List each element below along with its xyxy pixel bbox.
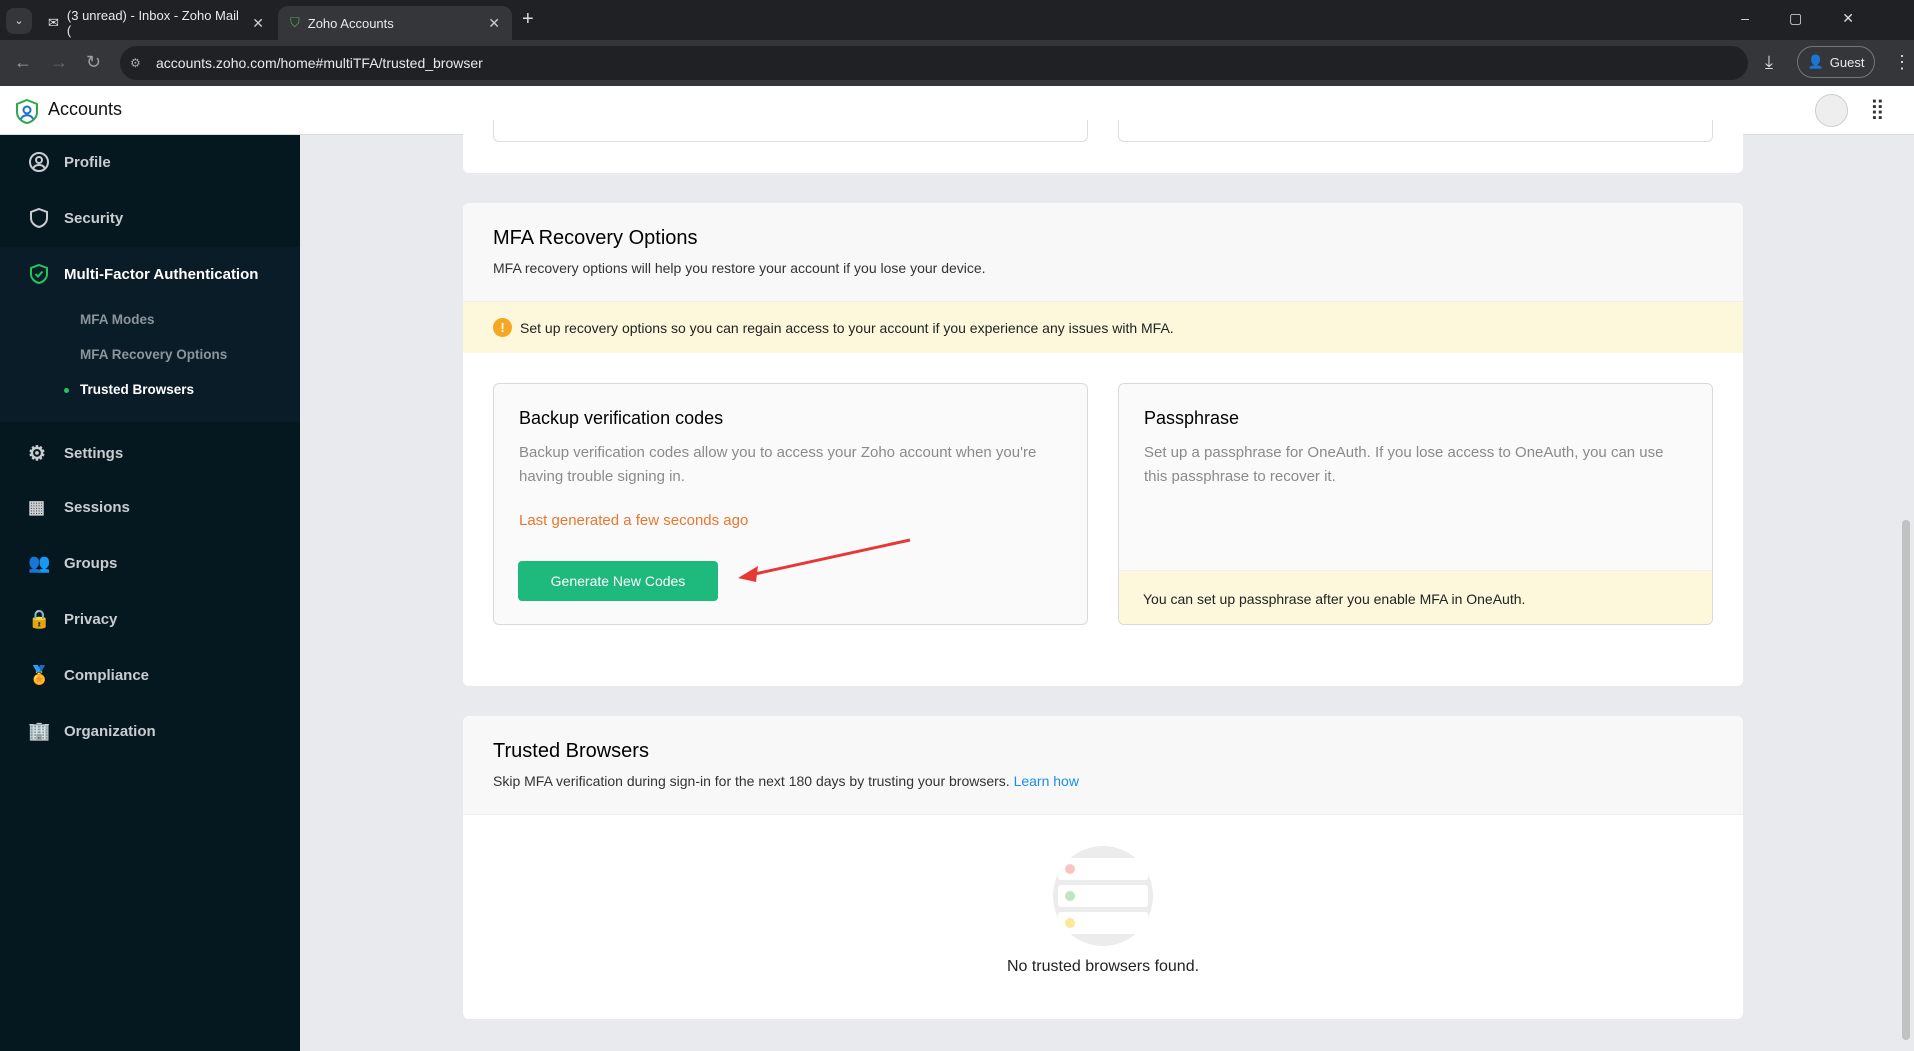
sidebar-item-groups[interactable]: 👥 Groups bbox=[28, 553, 117, 574]
close-tab-icon[interactable]: ✕ bbox=[252, 15, 264, 32]
back-icon[interactable]: ← bbox=[14, 52, 32, 73]
passphrase-description: Set up a passphrase for OneAuth. If you … bbox=[1144, 444, 1664, 485]
backup-codes-description: Backup verification codes allow you to a… bbox=[519, 444, 1037, 485]
previous-card bbox=[463, 120, 1743, 173]
new-tab-button[interactable]: + bbox=[522, 8, 534, 31]
backup-codes-title: Backup verification codes bbox=[519, 408, 724, 428]
learn-how-link[interactable]: Learn how bbox=[1014, 773, 1079, 789]
lock-icon: 🔒 bbox=[28, 609, 51, 629]
section-title: Trusted Browsers bbox=[493, 740, 649, 762]
profile-button[interactable]: 👤 Guest bbox=[1797, 46, 1875, 78]
empty-state-message: No trusted browsers found. bbox=[1006, 958, 1200, 975]
shield-icon bbox=[30, 207, 48, 229]
gear-icon: ⚙ bbox=[28, 443, 46, 465]
generate-new-codes-button[interactable]: Generate New Codes bbox=[518, 561, 718, 601]
mfa-recovery-card: MFA Recovery Options MFA recovery options… bbox=[463, 203, 1743, 686]
reload-icon[interactable]: ↻ bbox=[86, 52, 101, 73]
tab-zoho-accounts[interactable]: ⛉ Zoho Accounts ✕ bbox=[278, 6, 512, 40]
shield-check-icon bbox=[30, 263, 48, 285]
zoho-accounts-logo bbox=[16, 98, 38, 124]
sidebar-item-sessions[interactable]: ▦ Sessions bbox=[28, 497, 130, 518]
mail-icon: ✉ bbox=[48, 15, 59, 30]
forward-icon[interactable]: → bbox=[50, 52, 68, 73]
sidebar-item-compliance[interactable]: 🏅 Compliance bbox=[28, 665, 149, 686]
close-tab-icon[interactable]: ✕ bbox=[488, 15, 500, 32]
passphrase-title: Passphrase bbox=[1144, 408, 1240, 428]
section-description: MFA recovery options will help you resto… bbox=[493, 260, 986, 276]
sidebar-subitem-trusted-browsers[interactable]: Trusted Browsers bbox=[80, 382, 194, 397]
empty-state-illustration bbox=[1053, 846, 1153, 946]
browser-tab-bar: ⌄ ✉ (3 unread) - Inbox - Zoho Mail (✕ ⛉ Zo… bbox=[0, 0, 1914, 40]
sidebar-item-privacy[interactable]: 🔒 Privacy bbox=[28, 609, 117, 630]
building-icon: 🏢 bbox=[28, 721, 51, 741]
users-icon: 👥 bbox=[28, 553, 51, 573]
profile-icon bbox=[29, 152, 49, 172]
sidebar-subitem-mfa-recovery[interactable]: MFA Recovery Options bbox=[80, 347, 227, 362]
sidebar-item-security[interactable]: Security bbox=[28, 207, 123, 229]
warning-icon: ! bbox=[493, 318, 512, 337]
section-title: MFA Recovery Options bbox=[493, 227, 698, 249]
annotation-arrow bbox=[738, 538, 911, 582]
address-bar-row: ← → ↻ ⚙ accounts.zoho.com/home#multiTFA/t… bbox=[0, 40, 1914, 86]
passphrase-card: Passphrase Set up a passphrase for OneAu… bbox=[1118, 383, 1713, 625]
tab-inbox[interactable]: ✉ (3 unread) - Inbox - Zoho Mail (✕ bbox=[36, 6, 276, 40]
app-title: Accounts bbox=[48, 99, 123, 119]
sidebar-item-mfa[interactable]: Multi-Factor Authentication bbox=[28, 263, 258, 285]
badge-icon: 🏅 bbox=[28, 665, 51, 685]
window-controls[interactable]: –▢✕ bbox=[1741, 10, 1894, 27]
active-dot-icon bbox=[64, 388, 69, 393]
apps-grid-icon[interactable]: ⣿ bbox=[1870, 96, 1885, 121]
section-description: Skip MFA verification during sign-in for… bbox=[493, 773, 1010, 789]
passphrase-note: You can set up passphrase after you enab… bbox=[1119, 570, 1712, 624]
sidebar-item-organization[interactable]: 🏢 Organization bbox=[28, 721, 156, 742]
scrollbar[interactable] bbox=[1902, 520, 1910, 1040]
download-icon[interactable]: ⤓ bbox=[1765, 52, 1773, 73]
trusted-browsers-card: Trusted Browsers Skip MFA verification d… bbox=[463, 716, 1743, 1019]
menu-icon[interactable]: ⋮ bbox=[1893, 52, 1911, 73]
site-info-icon[interactable]: ⚙ bbox=[130, 56, 141, 70]
sidebar-item-settings[interactable]: ⚙ Settings bbox=[28, 441, 123, 466]
warning-banner: ! Set up recovery options so you can reg… bbox=[463, 302, 1743, 353]
url-input[interactable]: ⚙ accounts.zoho.com/home#multiTFA/trusted… bbox=[120, 46, 1748, 80]
zoho-accounts-icon: ⛉ bbox=[290, 15, 300, 30]
tab-list-button[interactable]: ⌄ bbox=[6, 8, 32, 34]
avatar[interactable] bbox=[1815, 94, 1848, 127]
sidebar-subitem-mfa-modes[interactable]: MFA Modes bbox=[80, 312, 155, 327]
sidebar: Profile Security Multi-Factor Authentica… bbox=[0, 135, 300, 1051]
sidebar-item-profile[interactable]: Profile bbox=[28, 151, 111, 173]
person-icon: 👤 bbox=[1807, 54, 1824, 69]
calendar-icon: ▦ bbox=[28, 497, 46, 517]
